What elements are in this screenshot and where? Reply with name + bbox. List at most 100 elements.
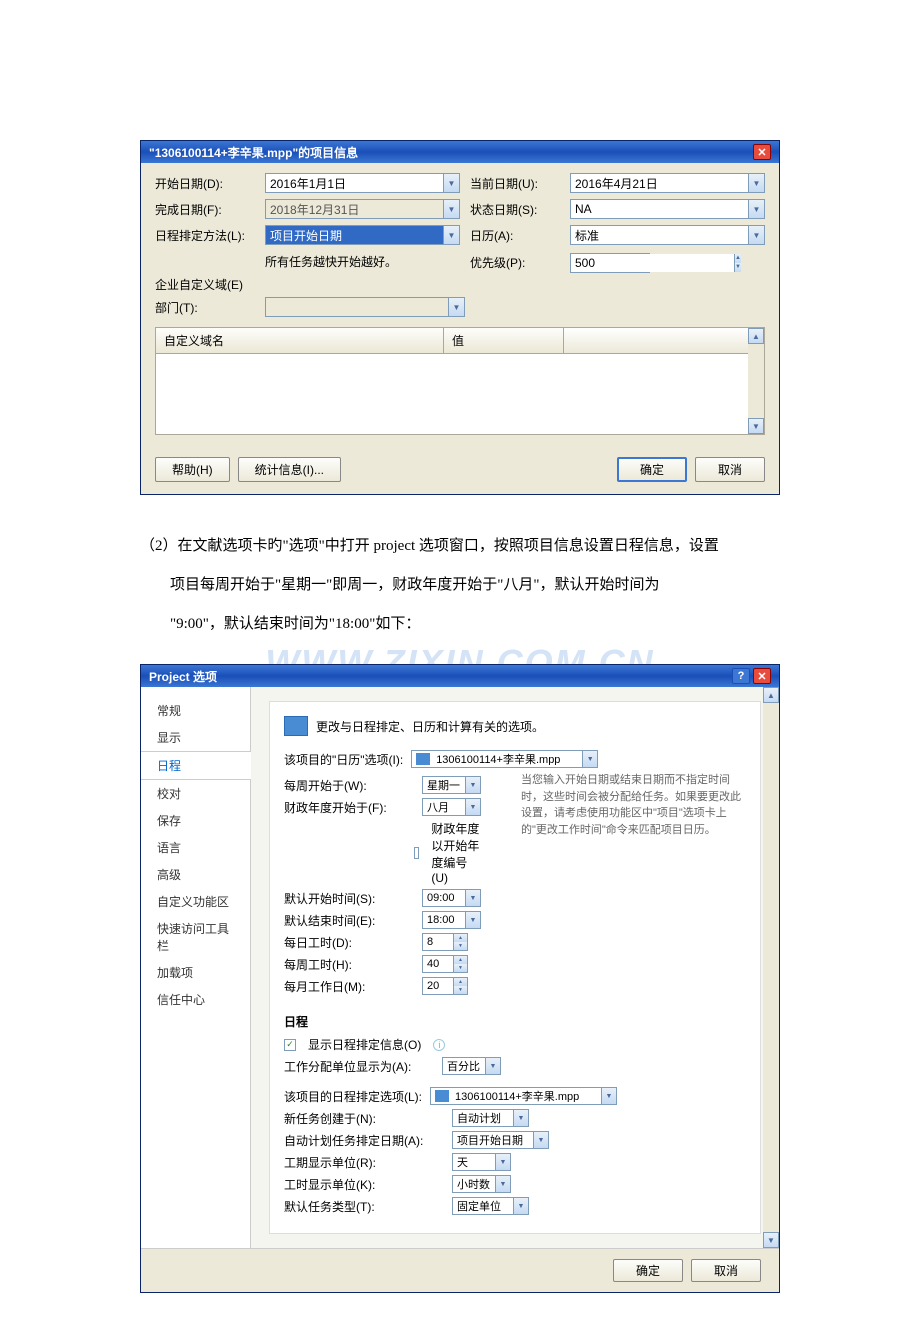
fiscal-start-combo[interactable]: ▼ [422,798,481,816]
sidebar-item[interactable]: 日程 [141,751,251,780]
auto-sched-combo[interactable]: ▼ [452,1131,549,1149]
spin-up-icon[interactable]: ▲ [454,934,467,942]
close-icon[interactable]: ✕ [753,668,771,684]
chevron-down-icon[interactable]: ▼ [582,751,597,767]
show-sched-checkbox[interactable]: ✓ [284,1039,296,1051]
titlebar: Project 选项 ? ✕ [141,665,779,687]
scroll-up-icon[interactable]: ▲ [748,328,764,344]
chevron-down-icon: ▼ [443,200,459,218]
chevron-down-icon[interactable]: ▼ [485,1058,500,1074]
work-unit-combo[interactable]: ▼ [452,1175,511,1193]
chevron-down-icon[interactable]: ▼ [601,1088,616,1104]
sidebar-item[interactable]: 显示 [141,724,250,751]
calendar-label: 日历(A): [470,227,560,244]
chevron-down-icon[interactable]: ▼ [443,226,459,244]
end-date-combo: ▼ [265,199,460,219]
info-icon[interactable]: i [433,1039,445,1051]
project-icon [435,1090,449,1102]
scroll-down-icon[interactable]: ▼ [763,1232,779,1248]
hours-week-spinner[interactable]: ▲▼ [422,955,468,973]
chevron-down-icon[interactable]: ▼ [443,174,459,192]
spin-down-icon[interactable]: ▼ [454,964,467,972]
chevron-down-icon[interactable]: ▼ [748,174,764,192]
schedule-from-combo[interactable]: ▼ [265,225,460,245]
table-body [156,354,764,434]
sidebar-item[interactable]: 高级 [141,861,250,888]
scrollbar[interactable]: ▲ ▼ [748,328,764,434]
calendar-combo[interactable]: ▼ [570,225,765,245]
current-date-combo[interactable]: ▼ [570,173,765,193]
spin-down-icon[interactable]: ▼ [454,942,467,950]
ok-button[interactable]: 确定 [613,1259,683,1282]
scroll-up-icon[interactable]: ▲ [763,687,779,703]
help-icon[interactable]: ? [732,668,750,684]
project-icon [416,753,430,765]
help-button[interactable]: 帮助(H) [155,457,230,482]
sidebar-item[interactable]: 保存 [141,807,250,834]
chevron-down-icon[interactable]: ▼ [513,1198,528,1214]
sidebar-item[interactable]: 校对 [141,780,250,807]
chevron-down-icon[interactable]: ▼ [748,200,764,218]
options-sidebar: 常规显示日程校对保存语言高级自定义功能区快速访问工具栏加载项信任中心 [141,687,251,1248]
calendar-icon [284,716,308,736]
department-combo: ▼ [265,297,465,317]
content-scrollbar[interactable]: ▲ ▼ [763,687,779,1248]
unit-combo[interactable]: ▼ [442,1057,501,1075]
spin-up-icon[interactable]: ▲ [454,978,467,986]
close-icon[interactable]: ✕ [753,144,771,160]
schedule-from-label: 日程排定方法(L): [155,227,255,244]
fiscal-checkbox[interactable] [414,847,419,859]
chevron-down-icon[interactable]: ▼ [495,1154,510,1170]
spin-down-icon[interactable]: ▼ [454,986,467,994]
titlebar: "1306100114+李辛果.mpp"的项目信息 ✕ [141,141,779,163]
duration-unit-combo[interactable]: ▼ [452,1153,511,1171]
sidebar-item[interactable]: 信任中心 [141,986,250,1013]
dialog-title: Project 选项 [149,668,217,685]
schedule-section-title: 日程 [284,1013,746,1030]
sidebar-item[interactable]: 快速访问工具栏 [141,915,250,959]
current-date-label: 当前日期(U): [470,175,560,192]
custom-fields-table: 自定义域名 值 ▲ ▼ [155,327,765,435]
task-type-combo[interactable]: ▼ [452,1197,529,1215]
project-file-combo[interactable]: ▼ [411,750,598,768]
start-date-label: 开始日期(D): [155,175,255,192]
default-start-combo[interactable]: ▼ [422,889,481,907]
schedule-note: 所有任务越快开始越好。 [265,251,460,274]
cancel-button[interactable]: 取消 [695,457,765,482]
table-col-name: 自定义域名 [156,328,444,353]
status-date-label: 状态日期(S): [470,201,560,218]
project-sched-combo[interactable]: ▼ [430,1087,617,1105]
new-task-combo[interactable]: ▼ [452,1109,529,1127]
spin-up-icon[interactable]: ▲ [454,956,467,964]
dialog-title: "1306100114+李辛果.mpp"的项目信息 [149,144,358,161]
chevron-down-icon[interactable]: ▼ [533,1132,548,1148]
chevron-down-icon[interactable]: ▼ [465,912,480,928]
priority-spinner[interactable]: ▲▼ [570,253,650,273]
stats-button[interactable]: 统计信息(I)... [238,457,341,482]
ok-button[interactable]: 确定 [617,457,687,482]
chevron-down-icon[interactable]: ▼ [748,226,764,244]
table-col-value: 值 [444,328,564,353]
chevron-down-icon[interactable]: ▼ [513,1110,528,1126]
cancel-button[interactable]: 取消 [691,1259,761,1282]
week-start-combo[interactable]: ▼ [422,776,481,794]
start-date-combo[interactable]: ▼ [265,173,460,193]
chevron-down-icon[interactable]: ▼ [465,777,480,793]
sidebar-item[interactable]: 自定义功能区 [141,888,250,915]
scroll-down-icon[interactable]: ▼ [748,418,764,434]
sidebar-item[interactable]: 常规 [141,697,250,724]
status-date-combo[interactable]: ▼ [570,199,765,219]
spin-up-icon[interactable]: ▲ [735,254,741,263]
chevron-down-icon[interactable]: ▼ [465,799,480,815]
chevron-down-icon[interactable]: ▼ [465,890,480,906]
spin-down-icon[interactable]: ▼ [735,263,741,272]
sidebar-item[interactable]: 语言 [141,834,250,861]
sidebar-item[interactable]: 加载项 [141,959,250,986]
hours-day-spinner[interactable]: ▲▼ [422,933,468,951]
cal-options-label: 该项目的"日历"选项(I): [284,751,403,768]
days-month-spinner[interactable]: ▲▼ [422,977,468,995]
project-options-dialog: Project 选项 ? ✕ 常规显示日程校对保存语言高级自定义功能区快速访问工… [140,664,780,1293]
chevron-down-icon[interactable]: ▼ [495,1176,510,1192]
enterprise-field-label: 企业自定义域(E) [155,276,255,293]
default-end-combo[interactable]: ▼ [422,911,481,929]
